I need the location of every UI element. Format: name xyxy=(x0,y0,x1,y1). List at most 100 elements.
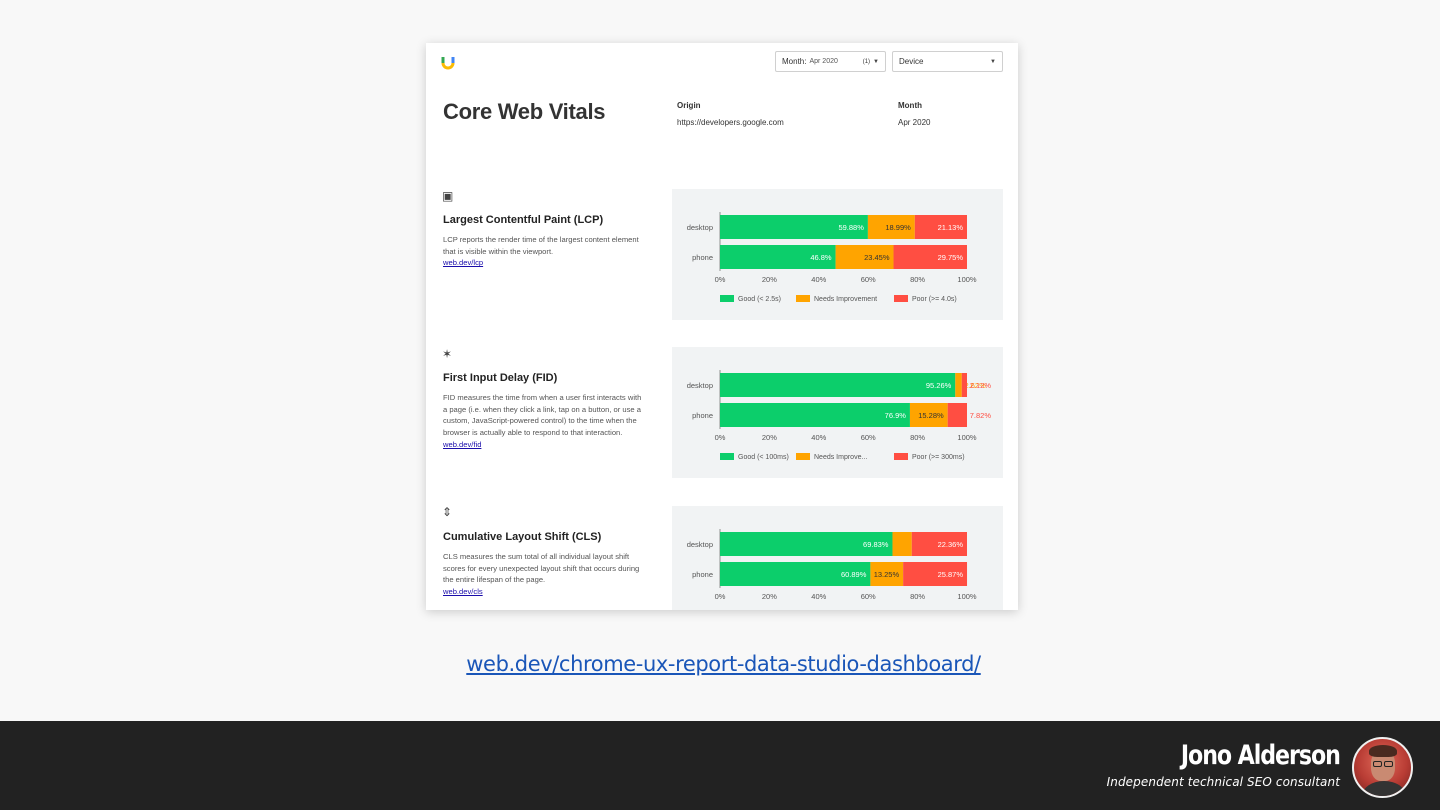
bar-segment xyxy=(947,403,967,427)
data-label: 23.45% xyxy=(864,253,890,262)
legend-label: Needs Improve... xyxy=(814,454,867,461)
x-tick-label: 20% xyxy=(762,275,777,284)
cursor-click-icon: ✶ xyxy=(442,347,453,361)
lcp-description-text: LCP reports the render time of the large… xyxy=(443,235,639,256)
legend-label: Poor (>= 300ms) xyxy=(912,454,965,461)
data-label: 22.36% xyxy=(938,540,964,549)
lcp-chart-svg: desktop 59.88% 18.99% 21.13% phone 46.8% 23.45… xyxy=(687,212,977,303)
cls-chart-svg: desktop69.83%7.81%22.36%phone60.89%13.25… xyxy=(687,529,977,601)
category-label: phone xyxy=(692,253,713,262)
x-tick-label: 0% xyxy=(715,592,726,601)
origin-value: https://developers.google.com xyxy=(677,118,784,127)
legend-swatch xyxy=(720,453,734,460)
image-frame-icon: ▣ xyxy=(442,189,454,203)
legend-swatch xyxy=(894,453,908,460)
legend-swatch xyxy=(720,295,734,302)
bar-segment xyxy=(961,373,967,397)
fid-chart: desktop 95.26% 2.62% 2.12% phone 76.9% 15.28% 7… xyxy=(672,347,1003,478)
x-tick-label: 80% xyxy=(910,433,925,442)
lcp-chart: desktop 59.88% 18.99% 21.13% phone 46.8% 23.45… xyxy=(672,189,1003,320)
x-tick-label: 40% xyxy=(811,275,826,284)
lcp-link[interactable]: web.dev/lcp xyxy=(443,257,643,269)
layout-shift-icon: ⇕ xyxy=(442,505,453,519)
x-tick-label: 60% xyxy=(861,592,876,601)
legend-label: Needs Improvement xyxy=(814,296,877,303)
x-tick-label: 0% xyxy=(715,275,726,284)
data-label: 15.28% xyxy=(918,411,944,420)
footer-bar: Jono Alderson Independent technical SEO … xyxy=(0,721,1440,810)
avatar-glasses-right xyxy=(1384,761,1393,767)
page-title: Core Web Vitals xyxy=(443,99,606,124)
month-selector-label: Month: xyxy=(782,57,807,66)
data-studio-logo-icon xyxy=(441,57,455,70)
avatar xyxy=(1352,737,1413,798)
legend-label: Good (< 100ms) xyxy=(738,454,789,461)
month-label: Month xyxy=(898,101,922,110)
legend-swatch xyxy=(796,453,810,460)
category-label: desktop xyxy=(687,540,713,549)
data-label: 95.26% xyxy=(926,381,952,390)
x-tick-label: 100% xyxy=(957,433,977,442)
legend-label: Good (< 2.5s) xyxy=(738,296,781,303)
x-tick-label: 0% xyxy=(715,433,726,442)
data-label: 2.12% xyxy=(970,381,992,390)
x-tick-label: 20% xyxy=(762,433,777,442)
category-label: phone xyxy=(692,570,713,579)
data-label: 69.83% xyxy=(863,540,889,549)
x-tick-label: 60% xyxy=(861,275,876,284)
device-selector-label: Device xyxy=(899,57,924,66)
caret-down-icon: ▼ xyxy=(990,58,996,65)
avatar-glasses-left xyxy=(1373,761,1382,767)
fid-description: FID measures the time from when a user f… xyxy=(443,392,643,451)
dashboard-screenshot: Month: Apr 2020 (1) ▼ Device ▼ Core Web … xyxy=(426,43,1018,610)
legend-swatch xyxy=(894,295,908,302)
category-label: phone xyxy=(692,411,713,420)
author-subtitle: Independent technical SEO consultant xyxy=(1106,775,1340,789)
x-tick-label: 80% xyxy=(910,275,925,284)
avatar-body xyxy=(1362,781,1406,796)
data-label: 21.13% xyxy=(938,223,964,232)
cls-description: CLS measures the sum total of all indivi… xyxy=(443,551,643,598)
data-label: 13.25% xyxy=(874,570,900,579)
x-tick-label: 40% xyxy=(811,592,826,601)
author-name: Jono Alderson xyxy=(1181,740,1341,771)
fid-description-text: FID measures the time from when a user f… xyxy=(443,393,642,438)
x-tick-label: 40% xyxy=(811,433,826,442)
fid-title: First Input Delay (FID) xyxy=(443,372,558,384)
bar-segment xyxy=(955,373,962,397)
month-selector-value: Apr 2020 xyxy=(809,58,838,65)
cls-description-text: CLS measures the sum total of all indivi… xyxy=(443,552,640,585)
data-label: 59.88% xyxy=(838,223,864,232)
data-label: 25.87% xyxy=(938,570,964,579)
caret-down-icon: ▼ xyxy=(873,58,879,65)
bar-segment xyxy=(720,403,910,427)
lcp-description: LCP reports the render time of the large… xyxy=(443,234,643,269)
fid-link[interactable]: web.dev/fid xyxy=(443,439,643,451)
x-tick-label: 80% xyxy=(910,592,925,601)
data-label: 29.75% xyxy=(938,253,964,262)
cls-title: Cumulative Layout Shift (CLS) xyxy=(443,531,602,543)
bar-segment xyxy=(720,373,956,397)
lcp-title: Largest Contentful Paint (LCP) xyxy=(443,214,604,226)
legend-label: Poor (>= 4.0s) xyxy=(912,296,957,303)
x-tick-label: 100% xyxy=(957,275,977,284)
data-label: 46.8% xyxy=(810,253,832,262)
x-tick-label: 100% xyxy=(957,592,977,601)
month-value: Apr 2020 xyxy=(898,118,931,127)
month-selector[interactable]: Month: Apr 2020 (1) ▼ xyxy=(775,51,886,72)
avatar-hair xyxy=(1369,745,1397,757)
fid-chart-svg: desktop 95.26% 2.62%2.12%phone 76.9% 15.28% 7… xyxy=(687,370,992,461)
data-label: 76.9% xyxy=(885,411,907,420)
category-label: desktop xyxy=(687,381,713,390)
cls-chart: desktop69.83%7.81%22.36%phone60.89%13.25… xyxy=(672,506,1003,610)
bar-segment xyxy=(892,532,912,556)
month-selector-count: (1) xyxy=(862,58,871,65)
device-selector[interactable]: Device ▼ xyxy=(892,51,1003,72)
origin-label: Origin xyxy=(677,101,701,110)
cls-link[interactable]: web.dev/cls xyxy=(443,586,643,598)
dashboard-url-link[interactable]: web.dev/chrome-ux-report-data-studio-das… xyxy=(0,652,1440,676)
x-tick-label: 20% xyxy=(762,592,777,601)
data-label: 7.82% xyxy=(970,411,992,420)
data-label: 18.99% xyxy=(885,223,911,232)
data-label: 60.89% xyxy=(841,570,867,579)
